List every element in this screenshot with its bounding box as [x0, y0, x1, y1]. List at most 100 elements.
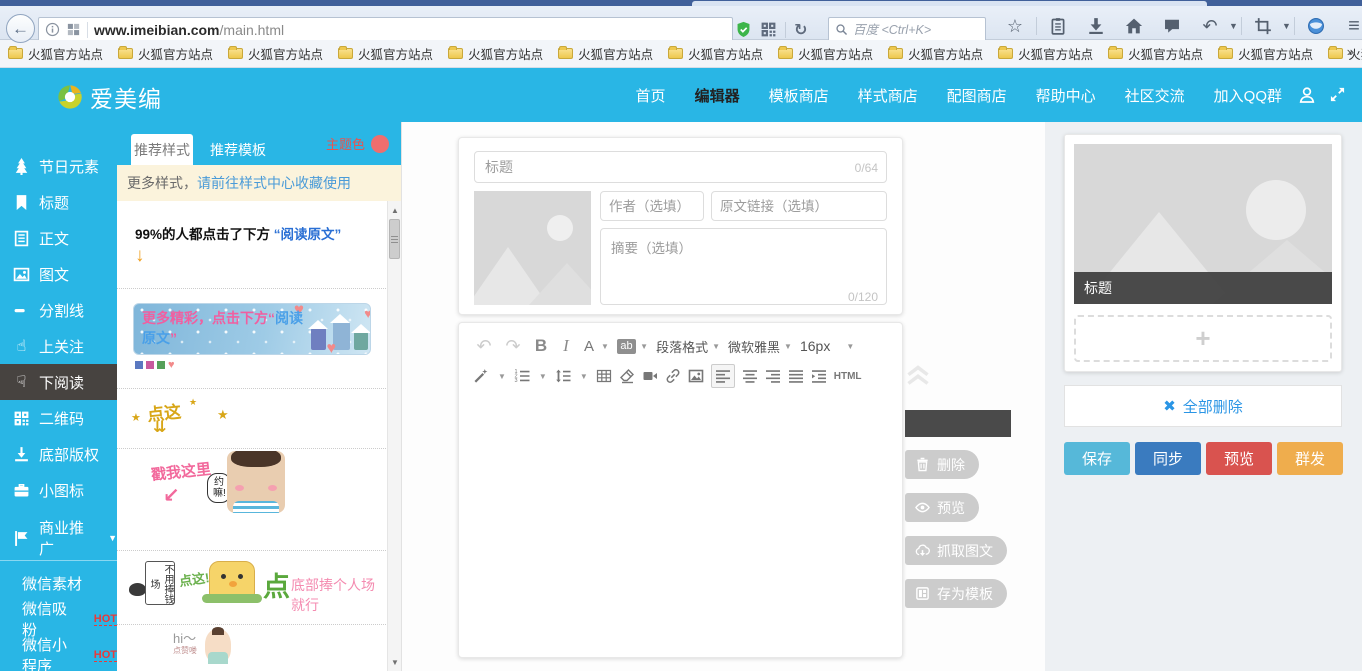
sidebar-item-标题[interactable]: 标题	[0, 184, 117, 220]
nav-item-社区交流[interactable]: 社区交流	[1125, 85, 1185, 106]
nav-item-样式商店[interactable]: 样式商店	[858, 85, 918, 106]
chevron-down-icon[interactable]: ▼	[1282, 21, 1292, 31]
video-icon[interactable]	[642, 368, 658, 384]
menu-icon[interactable]: ≡	[1339, 13, 1362, 39]
site-identity-icon[interactable]	[66, 22, 81, 37]
indent-icon[interactable]	[811, 368, 827, 384]
html-source-button[interactable]: HTML	[834, 371, 862, 382]
search-input[interactable]	[853, 23, 963, 37]
ordered-list-icon[interactable]: 123	[514, 368, 530, 384]
sidebar-item-小图标[interactable]: 小图标	[0, 472, 117, 508]
publish-同步[interactable]: 同步	[1135, 442, 1201, 475]
style-item-gold-sparkle[interactable]: ★点这★★ ⇊	[117, 389, 388, 449]
style-item-hi-sticker[interactable]: hi～点赞喽	[117, 625, 388, 670]
add-article-button[interactable]: +	[1074, 315, 1332, 362]
publish-群发[interactable]: 群发	[1277, 442, 1343, 475]
scrollbar-thumb[interactable]	[389, 219, 400, 259]
extension-ball-icon[interactable]	[1301, 13, 1331, 39]
source-link-input[interactable]	[711, 191, 887, 221]
tab-recommended-templates[interactable]: 推荐模板	[207, 135, 269, 165]
bookmark-item[interactable]: 火狐官方站点	[118, 44, 213, 63]
link-icon[interactable]	[665, 368, 681, 384]
undo-icon[interactable]: ↶	[473, 336, 495, 357]
action-存为模板[interactable]: 存为模板	[905, 579, 1007, 608]
scrollbar[interactable]: ▲ ▼	[387, 201, 401, 671]
title-input[interactable]	[474, 151, 887, 183]
bookmark-item[interactable]: 火狐官方站点	[228, 44, 323, 63]
font-size-select[interactable]: 16px	[800, 338, 830, 354]
back-button[interactable]: ←	[6, 14, 35, 43]
italic-button[interactable]: I	[558, 336, 574, 356]
bold-button[interactable]: B	[531, 336, 551, 356]
action-删除[interactable]: 删除	[905, 450, 979, 479]
bookmarks-overflow-chevron[interactable]: »	[1347, 44, 1354, 59]
sidebar-item-商业推广[interactable]: 商业推广▼	[0, 520, 117, 556]
nav-item-配图商店[interactable]: 配图商店	[947, 85, 1007, 106]
style-item-photo-sticker[interactable]: 戳我这里↙ 约嘛!	[117, 449, 388, 551]
chevron-down-icon[interactable]: ▼	[1229, 21, 1239, 31]
eraser-icon[interactable]	[619, 368, 635, 384]
align-center-icon[interactable]	[742, 368, 758, 384]
bookmark-star-icon[interactable]: ☆	[1000, 13, 1030, 39]
info-icon[interactable]	[45, 22, 60, 37]
nav-item-模板商店[interactable]: 模板商店	[769, 85, 829, 106]
font-color-button[interactable]: A	[581, 338, 597, 355]
sidebar-item-上关注[interactable]: ☝上关注	[0, 328, 117, 364]
screenshot-crop-icon[interactable]	[1248, 13, 1278, 39]
library-icon[interactable]	[1043, 13, 1073, 39]
url-text[interactable]: www.imeibian.com/main.html	[94, 22, 284, 38]
nav-item-首页[interactable]: 首页	[636, 85, 666, 106]
undo-history-icon[interactable]: ↶	[1195, 13, 1225, 39]
highlight-button[interactable]: ab	[617, 339, 636, 354]
publish-预览[interactable]: 预览	[1206, 442, 1272, 475]
search-box[interactable]	[828, 17, 986, 42]
style-item-winter-banner[interactable]: ♥ ♥ ♥ 更多精彩，点击下方“阅读原文” ♥	[117, 289, 388, 389]
scroll-to-top-icon[interactable]	[903, 358, 933, 390]
style-center-link[interactable]: 请前往样式中心收藏使用	[197, 173, 351, 193]
paragraph-format-select[interactable]: 段落格式	[656, 337, 708, 356]
bookmark-item[interactable]: 火狐官方站点	[1328, 44, 1362, 63]
bookmark-item[interactable]: 火狐官方站点	[998, 44, 1093, 63]
nav-item-帮助中心[interactable]: 帮助中心	[1036, 85, 1096, 106]
tab-recommended-styles[interactable]: 推荐样式	[131, 134, 193, 165]
format-brush-icon[interactable]	[473, 368, 489, 384]
bookmark-item[interactable]: 火狐官方站点	[338, 44, 433, 63]
bookmark-item[interactable]: 火狐官方站点	[778, 44, 873, 63]
scroll-up-icon[interactable]: ▲	[388, 203, 402, 217]
article-card[interactable]: 标题 +	[1064, 134, 1342, 372]
delete-all-button[interactable]: ✖ 全部删除	[1064, 385, 1342, 427]
font-family-select[interactable]: 微软雅黑	[728, 337, 780, 356]
editor-content-area[interactable]	[460, 401, 901, 656]
theme-color-swatch[interactable]	[371, 135, 389, 153]
table-icon[interactable]	[596, 368, 612, 384]
action-预览[interactable]: 预览	[905, 493, 979, 522]
redo-icon[interactable]: ↷	[502, 336, 524, 357]
user-icon[interactable]	[1298, 86, 1316, 104]
action-抓取图文[interactable]: 抓取图文	[905, 536, 1007, 565]
sidebar-item-微信素材[interactable]: 微信素材	[0, 565, 117, 601]
sidebar-item-下阅读[interactable]: ☟下阅读	[0, 364, 117, 400]
bookmark-item[interactable]: 火狐官方站点	[1108, 44, 1203, 63]
sidebar-item-微信吸粉[interactable]: 微信吸粉HOT	[0, 601, 117, 637]
insert-image-icon[interactable]	[688, 368, 704, 384]
align-left-icon[interactable]	[711, 364, 735, 388]
sidebar-item-图文[interactable]: 图文	[0, 256, 117, 292]
sidebar-item-节日元素[interactable]: 节日元素	[0, 148, 117, 184]
scroll-down-icon[interactable]: ▼	[388, 655, 402, 669]
line-spacing-icon[interactable]	[555, 368, 571, 384]
publish-保存[interactable]: 保存	[1064, 442, 1130, 475]
bookmark-item[interactable]: 火狐官方站点	[558, 44, 653, 63]
align-right-icon[interactable]	[765, 368, 781, 384]
nav-item-加入QQ群[interactable]: 加入QQ群	[1214, 85, 1282, 106]
shield-icon[interactable]	[735, 21, 752, 38]
author-input[interactable]	[600, 191, 704, 221]
bookmark-item[interactable]: 火狐官方站点	[8, 44, 103, 63]
url-bar[interactable]: www.imeibian.com/main.html	[38, 17, 733, 42]
reload-icon[interactable]: ↻	[794, 20, 807, 40]
align-justify-icon[interactable]	[788, 368, 804, 384]
sidebar-item-二维码[interactable]: 二维码	[0, 400, 117, 436]
style-item-read-more[interactable]: 99%的人都点击了下方 “阅读原文” ↓	[117, 201, 388, 289]
article-thumbnail[interactable]: 标题	[1074, 144, 1332, 304]
home-icon[interactable]	[1119, 13, 1149, 39]
fullscreen-icon[interactable]	[1329, 86, 1346, 103]
